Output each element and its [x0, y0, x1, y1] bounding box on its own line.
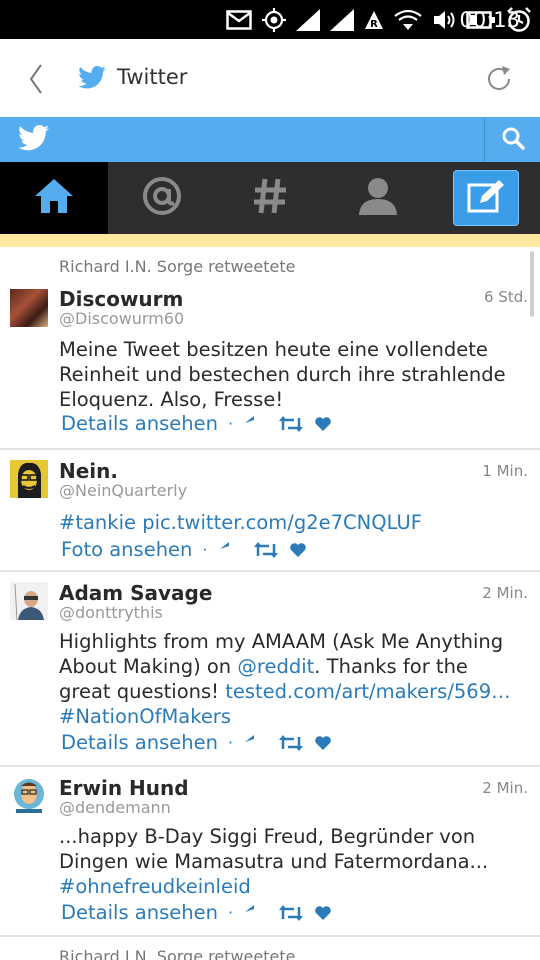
- tab-home[interactable]: [0, 162, 108, 234]
- reply-icon[interactable]: [245, 734, 279, 751]
- profile-icon: [358, 177, 398, 219]
- hashtag-icon: [252, 177, 288, 219]
- avatar[interactable]: [10, 777, 48, 815]
- user-handle[interactable]: @donttrythis: [59, 603, 163, 622]
- wifi-icon: [394, 9, 422, 31]
- url-link[interactable]: tested.com/art/makers/569…: [225, 680, 510, 703]
- favorite-heart-icon[interactable]: [289, 542, 318, 557]
- tweet-item[interactable]: Richard I.N. Sorge retweetete Discowurm …: [0, 247, 540, 450]
- tab-mentions[interactable]: [108, 162, 216, 234]
- user-handle[interactable]: @dendemann: [59, 798, 171, 817]
- tweet-time: 2 Min.: [482, 584, 528, 602]
- location-icon: [262, 7, 286, 32]
- avatar[interactable]: [10, 460, 48, 498]
- hashtag-link[interactable]: #ohnefreudkeinleid: [59, 875, 251, 898]
- tweet-item[interactable]: Adam Savage @donttrythis 2 Min. Highligh…: [0, 572, 540, 767]
- avatar[interactable]: [10, 582, 48, 621]
- details-link[interactable]: Details ansehen: [61, 901, 218, 924]
- favorite-heart-icon[interactable]: [315, 905, 343, 920]
- twitter-bird-icon: [78, 65, 106, 93]
- tweet-item[interactable]: Richard I.N. Sorge retweetete: [0, 937, 540, 960]
- tweet-time: 2 Min.: [482, 779, 528, 797]
- status-bar: R 00:13: [0, 0, 540, 39]
- retweet-icon[interactable]: [279, 415, 315, 432]
- back-arrow-icon[interactable]: [26, 63, 46, 99]
- tweet-text-part: ...happy B-Day Siggi Freud, Begründer vo…: [59, 825, 489, 873]
- separator-dot: ·: [227, 414, 234, 433]
- search-button[interactable]: [484, 117, 540, 162]
- tweet-item[interactable]: Erwin Hund @dendemann 2 Min. ...happy B-…: [0, 767, 540, 937]
- tweet-actions: Details ansehen ·: [61, 901, 343, 924]
- tab-bar: [0, 162, 540, 234]
- tweet-time: 1 Min.: [482, 462, 528, 480]
- retweet-icon[interactable]: [253, 541, 290, 558]
- new-tweets-indicator: [0, 234, 540, 247]
- home-icon: [33, 177, 75, 219]
- tweet-text: Highlights from my AMAAM (Ask Me Anythin…: [59, 629, 521, 729]
- compose-icon: [466, 178, 506, 218]
- tab-compose[interactable]: [432, 162, 540, 234]
- volume-icon: [432, 9, 456, 31]
- svg-text:R: R: [370, 19, 378, 30]
- twitter-header: [0, 117, 540, 162]
- roaming-icon: R: [364, 10, 384, 30]
- tweet-time: 6 Std.: [483, 288, 528, 306]
- at-sign-icon: [141, 175, 183, 221]
- signal-roaming-icon: [330, 8, 354, 31]
- twitter-logo-icon: [18, 125, 49, 155]
- user-name[interactable]: Discowurm: [59, 287, 183, 311]
- view-photo-link[interactable]: Foto ansehen: [61, 538, 192, 561]
- mention-link[interactable]: @reddit: [237, 655, 314, 678]
- signal-icon: [296, 8, 320, 31]
- user-name[interactable]: Adam Savage: [59, 581, 212, 605]
- separator-dot: ·: [227, 733, 234, 752]
- tweet-text: Meine Tweet besitzen heute eine vollende…: [59, 338, 506, 411]
- separator-dot: ·: [227, 903, 234, 922]
- retweet-icon[interactable]: [279, 904, 315, 921]
- avatar[interactable]: [10, 289, 48, 327]
- user-name[interactable]: Nein.: [59, 459, 118, 483]
- hashtag-link[interactable]: #NationOfMakers: [59, 705, 231, 728]
- details-link[interactable]: Details ansehen: [61, 412, 218, 435]
- refresh-icon[interactable]: [484, 64, 514, 98]
- reply-icon[interactable]: [245, 904, 279, 921]
- favorite-heart-icon[interactable]: [315, 735, 343, 750]
- retweet-icon[interactable]: [279, 734, 315, 751]
- user-name[interactable]: Erwin Hund: [59, 776, 189, 800]
- tweet-link[interactable]: #tankie pic.twitter.com/g2e7CNQLUF: [59, 510, 521, 535]
- app-title: Twitter: [117, 65, 188, 89]
- clock-time: 00:13: [459, 7, 520, 32]
- search-icon: [501, 126, 525, 154]
- compose-button[interactable]: [453, 170, 519, 226]
- timeline[interactable]: Richard I.N. Sorge retweetete Discowurm …: [0, 247, 540, 960]
- user-handle[interactable]: @Discowurm60: [59, 309, 184, 328]
- favorite-heart-icon[interactable]: [315, 416, 343, 431]
- tweet-item[interactable]: Nein. @NeinQuarterly 1 Min. #tankie pic.…: [0, 450, 540, 572]
- tweet-actions: Foto ansehen ·: [61, 538, 318, 561]
- tab-discover[interactable]: [216, 162, 324, 234]
- tweet-text: ...happy B-Day Siggi Freud, Begründer vo…: [59, 824, 521, 899]
- reply-icon[interactable]: [245, 415, 279, 432]
- app-bar: Twitter: [0, 39, 540, 117]
- tab-me[interactable]: [324, 162, 432, 234]
- message-icon: [226, 9, 252, 30]
- tweet-actions: Details ansehen ·: [61, 731, 343, 754]
- user-handle[interactable]: @NeinQuarterly: [59, 481, 187, 500]
- retweet-label: Richard I.N. Sorge retweetete: [59, 947, 296, 960]
- reply-icon[interactable]: [219, 541, 254, 558]
- details-link[interactable]: Details ansehen: [61, 731, 218, 754]
- retweet-label: Richard I.N. Sorge retweetete: [59, 257, 296, 276]
- tweet-actions: Details ansehen ·: [61, 412, 343, 435]
- separator-dot: ·: [202, 540, 208, 559]
